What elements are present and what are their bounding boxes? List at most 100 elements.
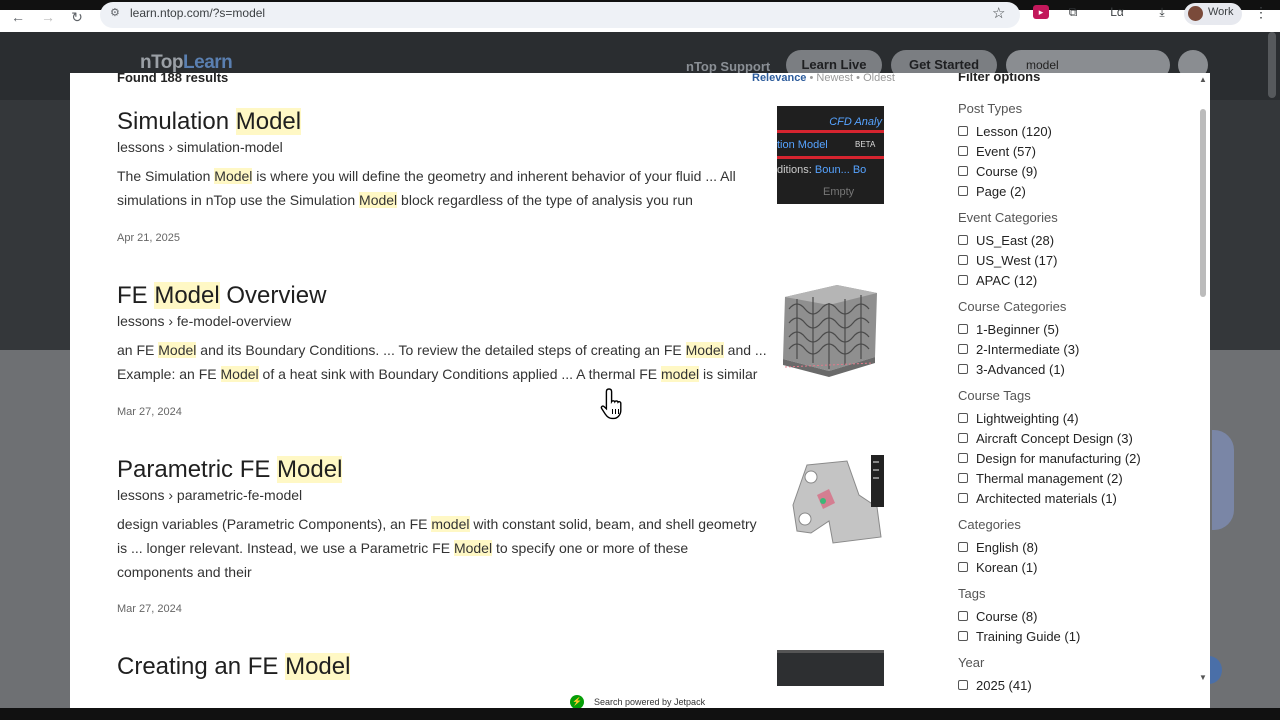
checkbox-icon[interactable]: [958, 186, 968, 196]
filter-option[interactable]: Event (57): [958, 141, 1188, 161]
checkbox-icon[interactable]: [958, 433, 968, 443]
title-highlight: Model: [285, 653, 351, 680]
filter-group-heading: Course Categories: [958, 299, 1067, 314]
snippet-text: of a heat sink with Boundary Conditions …: [258, 366, 661, 382]
scroll-up-icon[interactable]: ▲: [1199, 75, 1207, 84]
search-results-modal: Found 188 results Relevance • Newest • O…: [70, 73, 1210, 708]
extension-icon[interactable]: ▸: [1033, 5, 1049, 19]
checkbox-icon[interactable]: [958, 562, 968, 572]
filter-option[interactable]: English (8): [958, 537, 1188, 557]
result-title-link[interactable]: Parametric FE Model: [117, 455, 837, 485]
filter-option[interactable]: APAC (12): [958, 270, 1188, 290]
sort-oldest[interactable]: Oldest: [863, 73, 895, 84]
bookmark-star-icon[interactable]: ☆: [992, 4, 1005, 22]
result-thumbnail[interactable]: [777, 279, 884, 377]
checkbox-icon[interactable]: [958, 413, 968, 423]
address-bar[interactable]: ⚙ learn.ntop.com/?s=model: [100, 2, 1020, 28]
checkbox-icon[interactable]: [958, 255, 968, 265]
filter-option[interactable]: Aircraft Concept Design (3): [958, 428, 1188, 448]
filter-group: Year 2025 (41): [958, 653, 1188, 695]
result-title-link[interactable]: Simulation Model: [117, 107, 837, 137]
page-scrollbar[interactable]: [1268, 32, 1276, 98]
scrollbar-thumb[interactable]: [1200, 109, 1206, 297]
logo-ntop: nTop: [140, 52, 184, 73]
title-highlight: Model: [154, 282, 220, 309]
browser-toolbar: ← → ↻ ⚙ learn.ntop.com/?s=model ☆ ▸ ⧉ Lα…: [0, 0, 1280, 32]
support-link[interactable]: nTop Support: [686, 59, 770, 74]
filter-group: Post Types Lesson (120) Event (57) Cours…: [958, 99, 1188, 201]
filter-option[interactable]: 1-Beginner (5): [958, 319, 1188, 339]
filter-option-label: Course (9): [976, 163, 1038, 179]
filter-option[interactable]: 2025 (41): [958, 675, 1188, 695]
result-date: Apr 21, 2025: [117, 232, 180, 244]
filter-option[interactable]: Training Guide (1): [958, 626, 1188, 646]
snippet-highlight: model: [431, 516, 470, 532]
filter-option[interactable]: Thermal management (2): [958, 468, 1188, 488]
filter-option-label: 2025 (41): [976, 677, 1032, 693]
scroll-down-icon[interactable]: ▼: [1199, 673, 1207, 682]
filter-option[interactable]: US_East (28): [958, 230, 1188, 250]
download-icon[interactable]: ⤓: [1154, 5, 1170, 19]
checkbox-icon[interactable]: [958, 275, 968, 285]
forward-icon[interactable]: →: [38, 7, 58, 27]
thumb-text: Bo: [852, 164, 867, 176]
filter-option-label: Lesson (120): [976, 123, 1052, 139]
result-path: lessons › simulation-model: [117, 139, 283, 155]
filter-option[interactable]: US_West (17): [958, 250, 1188, 270]
filter-option[interactable]: 2-Intermediate (3): [958, 339, 1188, 359]
filter-group: Categories English (8) Korean (1): [958, 515, 1188, 577]
lattice-heatsink-image: [783, 285, 877, 377]
result-thumbnail[interactable]: CFD Analy tion Model BETA ditions: Boun.…: [777, 106, 884, 204]
checkbox-icon[interactable]: [958, 493, 968, 503]
checkbox-icon[interactable]: [958, 680, 968, 690]
result-title-link[interactable]: Creating an FE Model: [117, 652, 837, 682]
checkbox-icon[interactable]: [958, 631, 968, 641]
filter-option[interactable]: Korean (1): [958, 557, 1188, 577]
profile-button[interactable]: Work: [1184, 3, 1242, 25]
checkbox-icon[interactable]: [958, 611, 968, 621]
result-thumbnail[interactable]: [777, 455, 884, 547]
extension-puzzle-icon[interactable]: ⧉: [1065, 5, 1081, 19]
site-logo[interactable]: nTopLearn: [140, 52, 233, 74]
checkbox-icon[interactable]: [958, 344, 968, 354]
filter-option[interactable]: Lightweighting (4): [958, 408, 1188, 428]
snippet-highlight: Model: [453, 540, 493, 556]
checkbox-icon[interactable]: [958, 324, 968, 334]
filter-option[interactable]: Page (2): [958, 181, 1188, 201]
reload-icon[interactable]: ↻: [67, 7, 87, 27]
checkbox-icon[interactable]: [958, 542, 968, 552]
browser-menu-icon[interactable]: ⋮: [1254, 4, 1268, 21]
checkbox-icon[interactable]: [958, 473, 968, 483]
checkbox-icon[interactable]: [958, 166, 968, 176]
thumb-divider: [777, 156, 884, 159]
filter-option[interactable]: Lesson (120): [958, 121, 1188, 141]
search-tab-icon[interactable]: Lα: [1109, 5, 1125, 19]
thumb-text: Empty: [823, 186, 855, 198]
filter-option[interactable]: Course (9): [958, 161, 1188, 181]
back-icon[interactable]: ←: [8, 7, 28, 27]
checkbox-icon[interactable]: [958, 235, 968, 245]
result-thumbnail[interactable]: [777, 650, 884, 686]
filter-option[interactable]: Course (8): [958, 606, 1188, 626]
checkbox-icon[interactable]: [958, 126, 968, 136]
site-info-icon[interactable]: ⚙: [110, 6, 120, 19]
bracket-part-image: [792, 455, 884, 544]
checkbox-icon[interactable]: [958, 146, 968, 156]
filter-group-heading: Post Types: [958, 101, 1023, 116]
filter-group-heading: Event Categories: [958, 210, 1058, 225]
filter-option[interactable]: 3-Advanced (1): [958, 359, 1188, 379]
filter-option[interactable]: Architected materials (1): [958, 488, 1188, 508]
checkbox-icon[interactable]: [958, 364, 968, 374]
result-title-link[interactable]: FE Model Overview: [117, 281, 837, 311]
checkbox-icon[interactable]: [958, 453, 968, 463]
title-text: Overview: [219, 282, 327, 309]
sort-relevance[interactable]: Relevance: [752, 73, 806, 84]
powered-by-footer[interactable]: ⚡ Search powered by Jetpack: [570, 695, 705, 708]
filter-list: Post Types Lesson (120) Event (57) Cours…: [958, 97, 1188, 702]
filter-option[interactable]: Design for manufacturing (2): [958, 448, 1188, 468]
filter-option-label: Architected materials (1): [976, 490, 1117, 506]
filter-group-heading: Year: [958, 655, 985, 670]
sort-newest[interactable]: Newest: [816, 73, 853, 84]
sort-separator: •: [856, 73, 861, 84]
result-item: Simulation Model lessons › simulation-mo…: [117, 107, 837, 212]
